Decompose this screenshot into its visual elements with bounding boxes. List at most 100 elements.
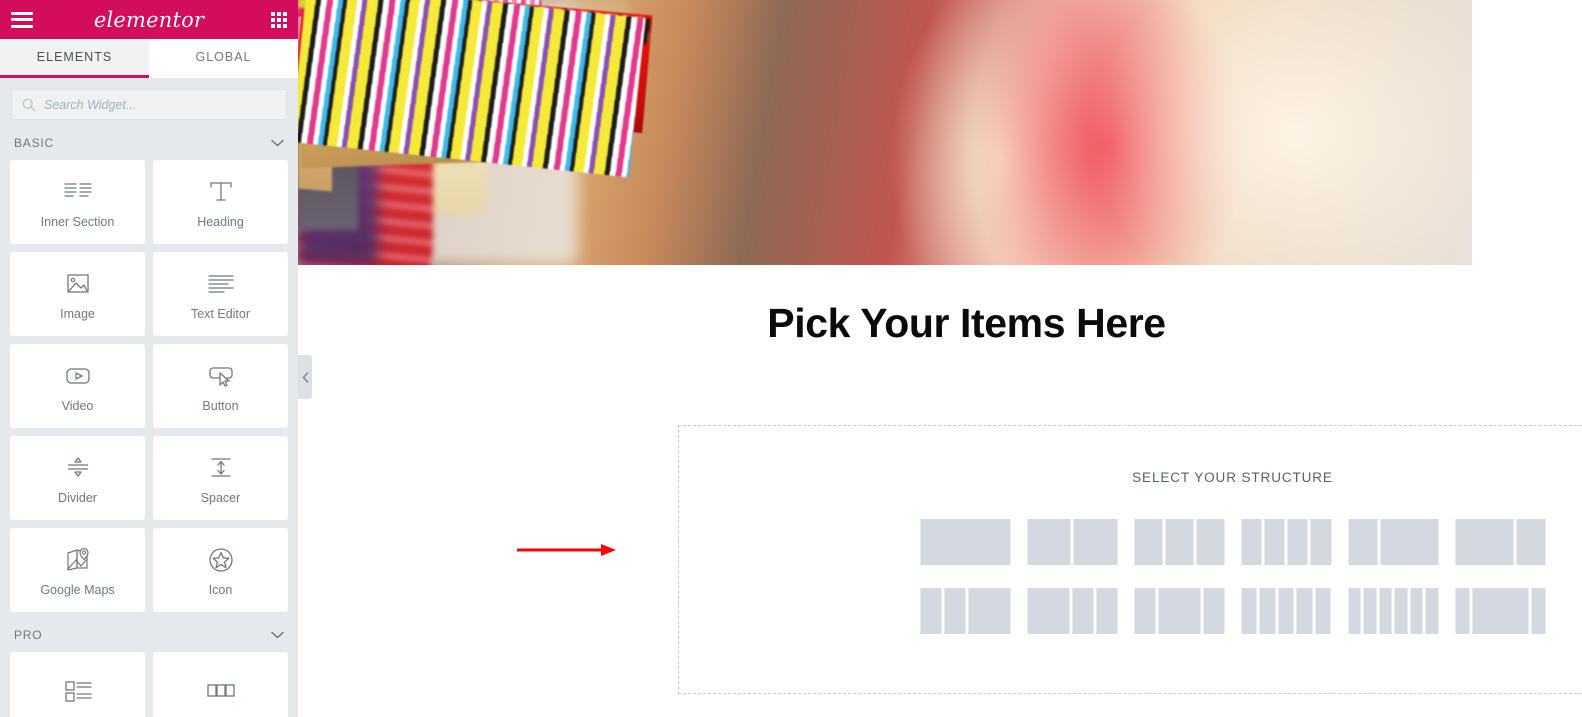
structure-column bbox=[1259, 588, 1276, 634]
panel-collapse-handle[interactable] bbox=[298, 355, 312, 399]
structure-column bbox=[1348, 519, 1377, 565]
image-icon bbox=[64, 267, 92, 301]
tab-global[interactable]: GLOBAL bbox=[149, 39, 298, 78]
structure-three-columns-equal[interactable] bbox=[1134, 519, 1224, 565]
category-label-pro: PRO bbox=[14, 628, 43, 642]
empty-section-placeholder[interactable]: ✕ SELECT YOUR STRUCTURE bbox=[678, 425, 1582, 694]
widget-label: Video bbox=[61, 399, 94, 413]
widget-posts[interactable] bbox=[10, 652, 145, 717]
grid-apps-icon[interactable] bbox=[271, 11, 287, 28]
posts-list-icon bbox=[62, 674, 94, 708]
structure-column bbox=[1287, 519, 1308, 565]
structure-five-columns-equal[interactable] bbox=[1241, 588, 1331, 634]
structure-column bbox=[1531, 588, 1545, 634]
star-circle-icon bbox=[207, 543, 235, 577]
structure-column bbox=[920, 519, 1010, 565]
search-icon bbox=[22, 98, 36, 111]
widget-icon[interactable]: Icon bbox=[153, 528, 288, 612]
widget-label: Text Editor bbox=[190, 307, 251, 321]
elementor-editor: elementor ELEMENTS GLOBAL BASIC bbox=[0, 0, 1582, 717]
widget-label: Spacer bbox=[200, 491, 241, 505]
hamburger-menu-icon[interactable] bbox=[11, 11, 33, 28]
widget-text-editor[interactable]: Text Editor bbox=[153, 252, 288, 336]
widget-google-maps[interactable]: Google Maps bbox=[10, 528, 145, 612]
structure-three-columns-16-66-16[interactable] bbox=[1455, 588, 1545, 634]
structure-column bbox=[1379, 588, 1392, 634]
widget-list[interactable]: BASIC Inner Section Heading Image Text E… bbox=[0, 120, 298, 717]
inner-section-icon bbox=[63, 175, 93, 209]
hero-banner-image bbox=[298, 0, 1472, 265]
structure-two-columns-66-33[interactable] bbox=[1455, 519, 1545, 565]
structure-column bbox=[1380, 519, 1438, 565]
category-header-basic[interactable]: BASIC bbox=[0, 120, 298, 160]
search-container bbox=[0, 78, 298, 120]
structure-column bbox=[1134, 588, 1155, 634]
structure-column bbox=[1241, 588, 1257, 634]
widget-button[interactable]: Button bbox=[153, 344, 288, 428]
widget-label: Button bbox=[202, 399, 239, 413]
structure-column bbox=[1296, 588, 1313, 634]
editor-canvas: Pick Your Items Here ✕ SELECT YOUR STRUC… bbox=[298, 0, 1582, 717]
red-arrow-annotation bbox=[517, 544, 616, 556]
category-header-pro[interactable]: PRO bbox=[0, 612, 298, 652]
structure-column bbox=[1410, 588, 1423, 634]
structure-column bbox=[1516, 519, 1545, 565]
structure-one-column[interactable] bbox=[920, 519, 1010, 565]
structure-column bbox=[1203, 588, 1224, 634]
widget-video[interactable]: Video bbox=[10, 344, 145, 428]
widget-label: Image bbox=[60, 307, 95, 321]
widget-label: Heading bbox=[197, 215, 244, 229]
video-play-icon bbox=[63, 359, 93, 393]
structure-three-columns-50-25-25[interactable] bbox=[1027, 588, 1117, 634]
select-structure-label: SELECT YOUR STRUCTURE bbox=[1132, 470, 1333, 485]
structure-three-columns-25-50-25[interactable] bbox=[1134, 588, 1224, 634]
structure-three-columns-25-25-50[interactable] bbox=[920, 588, 1010, 634]
widget-label: Divider bbox=[58, 491, 97, 505]
google-maps-pin-icon bbox=[63, 543, 93, 577]
chevron-down-icon bbox=[271, 136, 284, 150]
spacer-icon bbox=[206, 451, 236, 485]
structure-six-columns-equal[interactable] bbox=[1348, 588, 1438, 634]
chevron-down-icon bbox=[271, 628, 284, 642]
structure-column bbox=[1363, 588, 1376, 634]
structure-column bbox=[1134, 519, 1162, 565]
widget-image[interactable]: Image bbox=[10, 252, 145, 336]
structure-column bbox=[1264, 519, 1285, 565]
page-title: Pick Your Items Here bbox=[767, 300, 1166, 346]
widget-grid-pro bbox=[0, 652, 298, 717]
chevron-left-icon bbox=[301, 371, 308, 383]
structure-column bbox=[1455, 519, 1513, 565]
button-cursor-icon bbox=[205, 359, 237, 393]
widget-heading[interactable]: Heading bbox=[153, 160, 288, 244]
structure-column bbox=[1027, 519, 1071, 565]
hero-right-filler bbox=[1472, 0, 1582, 265]
search-box[interactable] bbox=[11, 89, 287, 120]
panel-header: elementor bbox=[0, 0, 298, 39]
widget-portfolio[interactable] bbox=[153, 652, 288, 717]
widget-label: Inner Section bbox=[40, 215, 115, 229]
structure-four-columns-equal[interactable] bbox=[1241, 519, 1331, 565]
tab-elements[interactable]: ELEMENTS bbox=[0, 39, 149, 78]
structure-preset-grid bbox=[920, 519, 1545, 634]
heading-t-icon bbox=[207, 175, 235, 209]
structure-two-columns-equal[interactable] bbox=[1027, 519, 1117, 565]
structure-column bbox=[944, 588, 965, 634]
widget-label: Google Maps bbox=[40, 583, 115, 597]
search-input[interactable] bbox=[44, 97, 276, 112]
panel-tabs: ELEMENTS GLOBAL bbox=[0, 39, 298, 78]
text-editor-icon bbox=[206, 267, 236, 301]
category-label-basic: BASIC bbox=[14, 136, 55, 150]
widget-label: Icon bbox=[208, 583, 233, 597]
divider-icon bbox=[63, 451, 93, 485]
structure-column bbox=[1425, 588, 1438, 634]
portfolio-grid-icon bbox=[205, 674, 237, 708]
structure-column bbox=[1315, 588, 1331, 634]
structure-column bbox=[1472, 588, 1528, 634]
structure-column bbox=[1073, 519, 1117, 565]
structure-column bbox=[1096, 588, 1117, 634]
structure-column bbox=[968, 588, 1010, 634]
widget-divider[interactable]: Divider bbox=[10, 436, 145, 520]
widget-spacer[interactable]: Spacer bbox=[153, 436, 288, 520]
widget-inner-section[interactable]: Inner Section bbox=[10, 160, 145, 244]
structure-two-columns-33-66[interactable] bbox=[1348, 519, 1438, 565]
